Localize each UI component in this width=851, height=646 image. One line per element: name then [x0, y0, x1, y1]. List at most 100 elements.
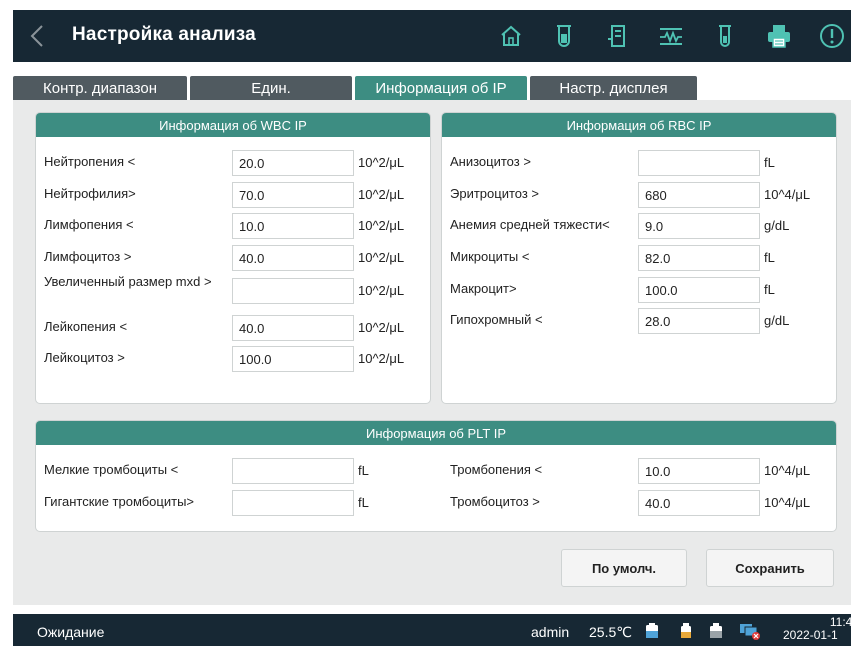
microcytes-input[interactable] — [638, 245, 760, 271]
leukocytosis-input[interactable] — [232, 346, 354, 372]
chevron-left-icon — [30, 25, 43, 47]
hypochromic-input[interactable] — [638, 308, 760, 334]
rbc-row: Микроциты < fL — [450, 245, 835, 271]
wbc-row-label: Лимфоцитоз > — [44, 249, 132, 264]
home-button[interactable] — [496, 21, 526, 51]
rbc-row-unit: g/dL — [764, 218, 790, 233]
plt-row-unit: fL — [358, 463, 369, 478]
erythrocytosis-input[interactable] — [638, 182, 760, 208]
small-platelets-input[interactable] — [232, 458, 354, 484]
wbc-row-unit: 10^2/μL — [358, 320, 405, 335]
rbc-row-label: Эритроцитоз > — [450, 186, 540, 201]
wbc-panel-title: Информация об WBC IP — [36, 113, 430, 137]
lyse-bottle-icon — [677, 622, 695, 640]
plt-row: Тромбопения < 10^4/μL — [450, 458, 835, 484]
sample-tube-icon — [719, 25, 731, 47]
back-button[interactable] — [21, 19, 55, 53]
alert-button[interactable] — [817, 21, 847, 51]
clock-date: 2022-01-1 — [783, 629, 838, 642]
rbc-row-label: Анемия средней тяжести< — [450, 217, 610, 232]
wbc-row: Лейкопения < 10^2/μL — [44, 315, 429, 341]
rbc-row: Эритроцитоз > 10^4/μL — [450, 182, 835, 208]
rbc-row-unit: 10^4/μL — [764, 187, 811, 202]
page-title: Настройка анализа — [72, 24, 256, 45]
tab-bar: Контр. диапазон Един. Информация об IP Н… — [13, 72, 851, 100]
wbc-panel: Информация об WBC IP Нейтропения < 10^2/… — [35, 112, 431, 404]
plt-row-unit: fL — [358, 495, 369, 510]
wbc-row: Лейкоцитоз > 10^2/μL — [44, 346, 429, 372]
rbc-row: Макроцит> fL — [450, 277, 835, 303]
rbc-row-label: Макроцит> — [450, 281, 517, 296]
plt-row-unit: 10^4/μL — [764, 463, 811, 478]
home-icon — [501, 25, 521, 46]
plt-row-label: Гигантские тромбоциты> — [44, 494, 195, 509]
sample-button[interactable] — [710, 21, 740, 51]
waveform-button[interactable] — [656, 21, 686, 51]
wbc-row-label: Увеличенный размер mxd > — [44, 274, 212, 289]
thrombocytopenia-input[interactable] — [638, 458, 760, 484]
plt-panel-title: Информация об PLT IP — [36, 421, 836, 445]
moderate-anemia-input[interactable] — [638, 213, 760, 239]
tab-control-range[interactable]: Контр. диапазон — [13, 76, 187, 100]
wbc-row-unit: 10^2/μL — [358, 155, 405, 170]
rbc-row-unit: fL — [764, 250, 775, 265]
diluent-bottle-icon — [643, 622, 661, 640]
plt-row: Тромбоцитоз > 10^4/μL — [450, 490, 835, 516]
neutrophilia-input[interactable] — [232, 182, 354, 208]
wbc-row-label: Лейкопения < — [44, 319, 128, 334]
wbc-row-unit: 10^2/μL — [358, 351, 405, 366]
wbc-row: Нейтрофилия> 10^2/μL — [44, 182, 429, 208]
wbc-row-label: Нейтрофилия> — [44, 186, 136, 201]
tab-display-settings[interactable]: Настр. дисплея — [530, 76, 697, 100]
tab-units[interactable]: Един. — [190, 76, 352, 100]
printer-icon — [768, 25, 790, 48]
wbc-row-unit: 10^2/μL — [358, 250, 405, 265]
plt-row: Гигантские тромбоциты> fL — [44, 490, 429, 516]
rbc-row-unit: fL — [764, 155, 775, 170]
current-user: admin — [531, 624, 570, 640]
network-disconnected-icon — [739, 622, 761, 640]
rbc-row-unit: fL — [764, 282, 775, 297]
wbc-row-unit: 10^2/μL — [358, 218, 405, 233]
lymphocytosis-input[interactable] — [232, 245, 354, 271]
print-button[interactable] — [764, 21, 794, 51]
anisocytosis-input[interactable] — [638, 150, 760, 176]
mxd-increase-input[interactable] — [232, 278, 354, 304]
waveform-icon — [660, 28, 682, 45]
rbc-row: Гипохромный < g/dL — [450, 308, 835, 334]
rbc-row-label: Анизоцитоз > — [450, 154, 531, 169]
reagent-icon — [608, 25, 625, 47]
rbc-row: Анемия средней тяжести< g/dL — [450, 213, 835, 239]
neutropenia-input[interactable] — [232, 150, 354, 176]
plt-row-label: Мелкие тромбоциты < — [44, 462, 179, 477]
default-button[interactable]: По умолч. — [561, 549, 687, 587]
temperature: 25.5℃ — [589, 624, 632, 640]
reagent-button[interactable] — [603, 21, 633, 51]
tab-ip-info[interactable]: Информация об IP — [355, 76, 527, 100]
wbc-row-label: Нейтропения < — [44, 154, 136, 169]
lymphopenia-input[interactable] — [232, 213, 354, 239]
rbc-row-label: Микроциты < — [450, 249, 530, 264]
wbc-row: Нейтропения < 10^2/μL — [44, 150, 429, 176]
test-tube-icon — [557, 25, 571, 47]
wbc-row-unit: 10^2/μL — [358, 283, 405, 298]
macrocyte-input[interactable] — [638, 277, 760, 303]
content-area: Информация об WBC IP Нейтропения < 10^2/… — [13, 100, 851, 605]
clock-time: 11:41 — [829, 615, 851, 629]
app-header: Настройка анализа — [0, 0, 851, 72]
leukopenia-input[interactable] — [232, 315, 354, 341]
plt-row: Мелкие тромбоциты < fL — [44, 458, 429, 484]
wbc-row-label: Лимфопения < — [44, 217, 134, 232]
thrombocytosis-input[interactable] — [638, 490, 760, 516]
plt-row-label: Тромбопения < — [450, 462, 543, 477]
alert-icon — [820, 24, 844, 48]
save-button[interactable]: Сохранить — [706, 549, 834, 587]
qc-button[interactable] — [549, 21, 579, 51]
rbc-row: Анизоцитоз > fL — [450, 150, 835, 176]
cleaner-bottle-icon — [707, 622, 725, 640]
wbc-row: Лимфопения < 10^2/μL — [44, 213, 429, 239]
giant-platelets-input[interactable] — [232, 490, 354, 516]
plt-row-unit: 10^4/μL — [764, 495, 811, 510]
wbc-row-unit: 10^2/μL — [358, 187, 405, 202]
wbc-row-label: Лейкоцитоз > — [44, 350, 125, 365]
